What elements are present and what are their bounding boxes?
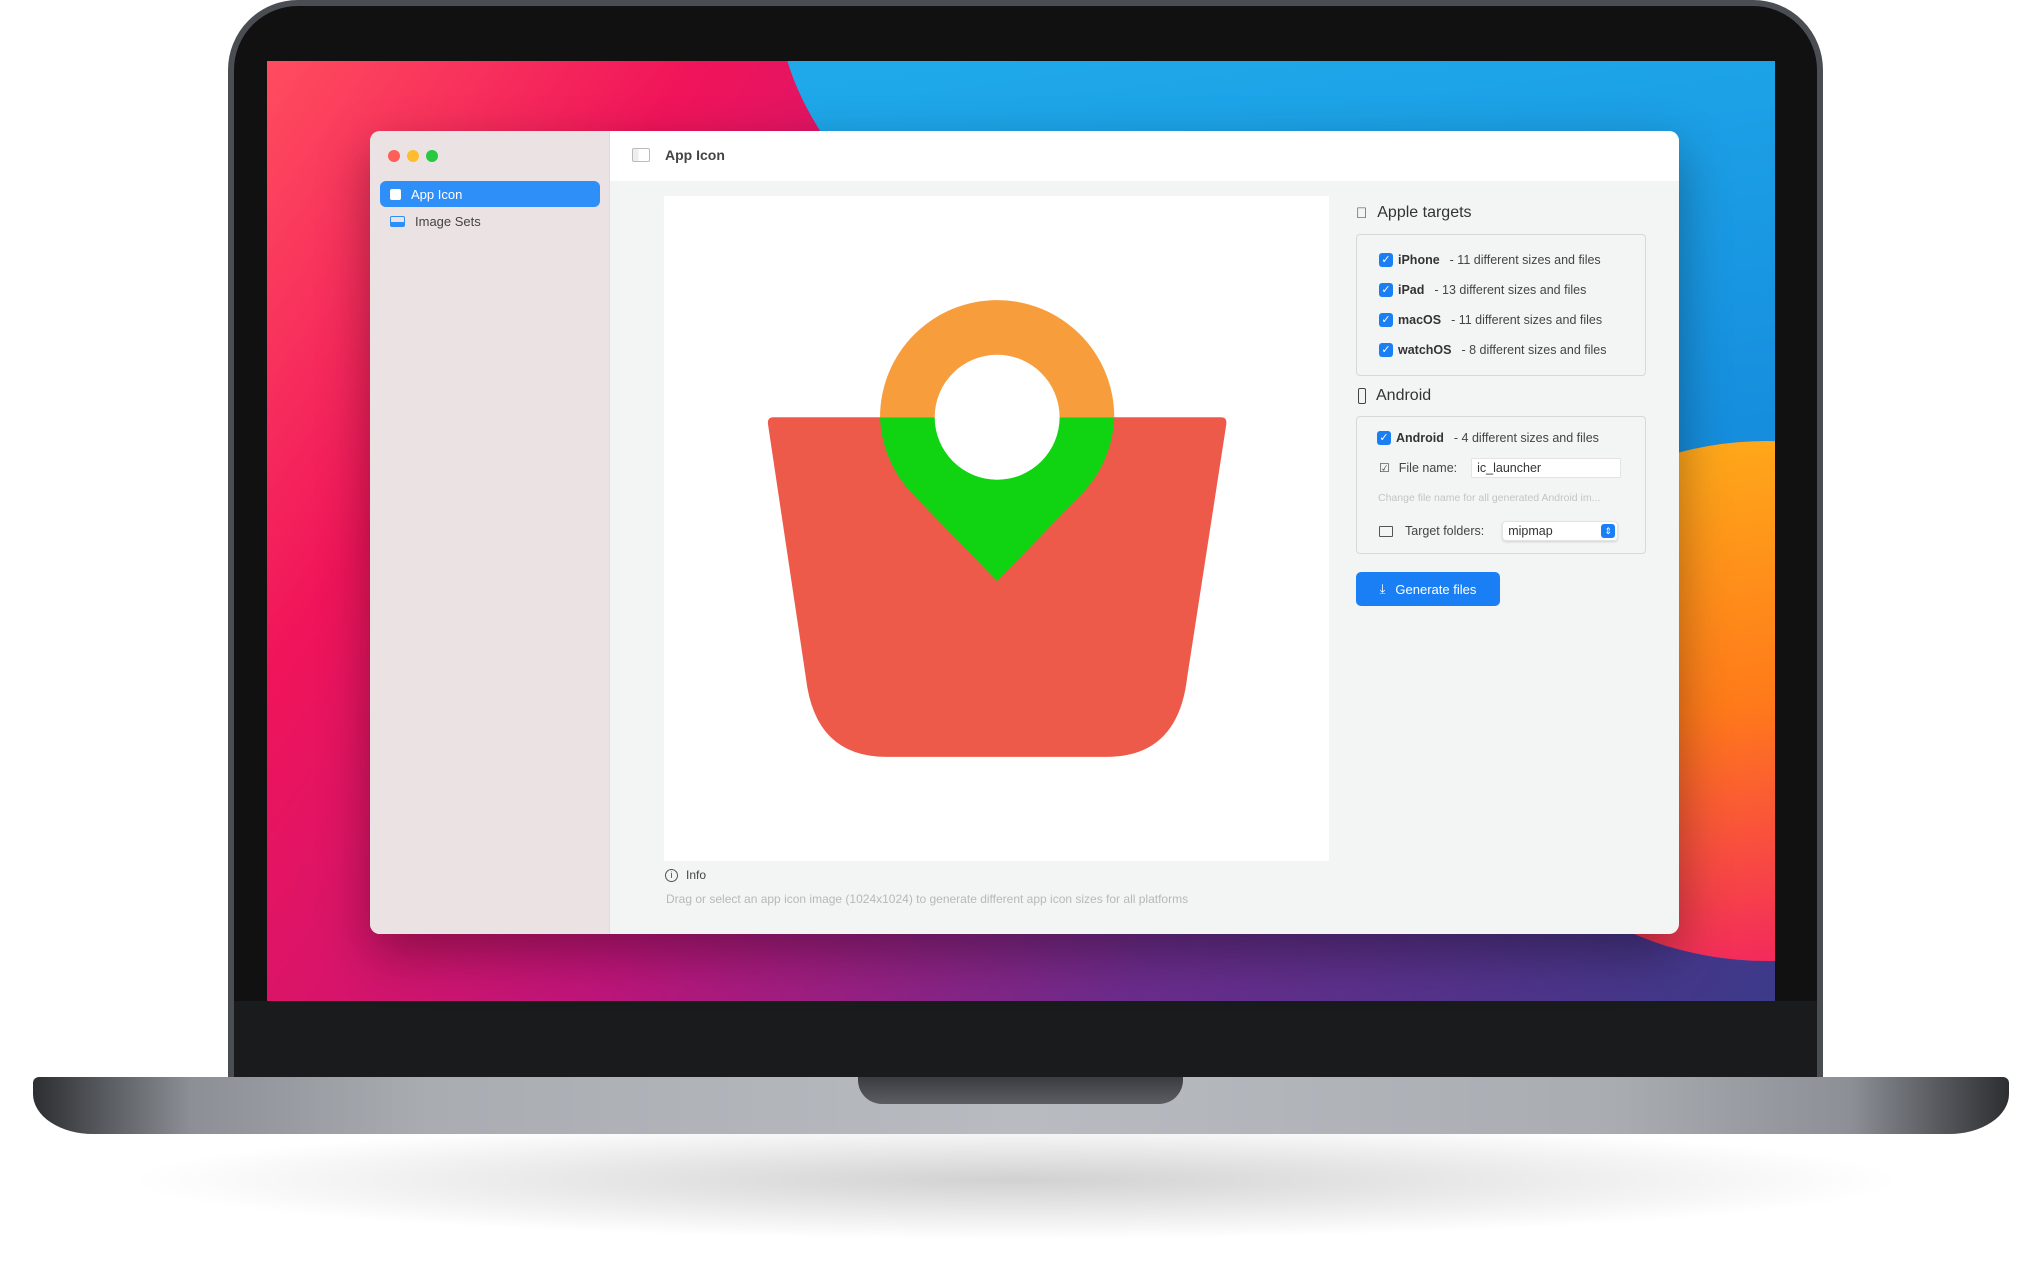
target-name: Android [1396, 431, 1444, 445]
target-watchos[interactable]: ✓ watchOS - 8 different sizes and files [1357, 335, 1645, 365]
sidebar: App Icon Image Sets [370, 131, 610, 934]
target-desc: - 13 different sizes and files [1434, 283, 1587, 297]
checkbox-checked-icon[interactable]: ✓ [1377, 431, 1391, 445]
target-name: macOS [1398, 313, 1442, 327]
apple-targets-heading: Apple targets [1356, 204, 1472, 222]
android-box: ✓ Android - 4 different sizes and files ☑ … [1356, 416, 1646, 554]
app-icon [390, 188, 401, 200]
laptop-chin [234, 1001, 1817, 1077]
target-ipad[interactable]: ✓ iPad - 13 different sizes and files [1357, 275, 1645, 305]
minimize-button[interactable] [407, 150, 419, 162]
chevron-updown-icon: ⇕ [1601, 524, 1616, 538]
info-title: Info [686, 868, 707, 882]
zoom-button[interactable] [426, 150, 438, 162]
target-android[interactable]: ✓ Android - 4 different sizes and files [1357, 423, 1645, 453]
target-name: watchOS [1398, 343, 1452, 357]
icon-drop-area[interactable] [664, 196, 1329, 861]
download-icon: ⤓ [1379, 581, 1386, 596]
title-bar: App Icon [610, 131, 1679, 181]
edit-icon: ☑ [1379, 461, 1390, 475]
checkbox-checked-icon[interactable]: ✓ [1379, 313, 1393, 327]
sidebar-toggle-icon[interactable] [632, 148, 650, 162]
info-heading: i Info [665, 868, 706, 882]
info-text: Drag or select an app icon image (1024x1… [666, 892, 1189, 906]
file-name-label: File name: [1398, 461, 1458, 475]
window-title: App Icon [665, 147, 725, 163]
app-icon-preview [767, 300, 1227, 757]
close-button[interactable] [388, 150, 400, 162]
sidebar-item-label: App Icon [411, 186, 463, 202]
android-heading: Android [1358, 387, 1431, 405]
apple-targets-box: ✓ iPhone - 11 different sizes and files ✓ i… [1356, 234, 1646, 376]
android-title: Android [1376, 387, 1432, 404]
ring-hole [934, 354, 1060, 480]
target-macos[interactable]: ✓ macOS - 11 different sizes and files [1357, 305, 1645, 335]
checkbox-checked-icon[interactable]: ✓ [1379, 283, 1393, 297]
target-desc: - 11 different sizes and files [1449, 253, 1601, 267]
info-icon: i [665, 868, 678, 882]
phone-icon [1358, 388, 1366, 404]
target-name: iPhone [1398, 253, 1440, 267]
file-name-input[interactable]: ic_launcher [1471, 458, 1622, 478]
generate-files-button[interactable]: ⤓ Generate files [1356, 572, 1500, 606]
sidebar-item-app-icon[interactable]: App Icon [380, 181, 600, 207]
target-name: iPad [1398, 283, 1425, 297]
checkbox-checked-icon[interactable]: ✓ [1379, 343, 1393, 357]
generate-label: Generate files [1395, 581, 1477, 597]
sidebar-item-image-sets[interactable]: Image Sets [380, 208, 600, 234]
target-desc: - 4 different sizes and files [1453, 431, 1599, 445]
app-window: App Icon Image Sets App Icon i Info Drag… [370, 131, 1679, 934]
image-sets-icon [390, 215, 405, 227]
laptop-notch [858, 1077, 1183, 1104]
target-iphone[interactable]: ✓ iPhone - 11 different sizes and files [1357, 245, 1645, 275]
target-folders-select[interactable]: mipmap ⇕ [1502, 521, 1619, 541]
laptop-shadow [120, 1120, 1910, 1240]
apple-title: Apple targets [1366, 204, 1471, 221]
target-desc: - 11 different sizes and files [1451, 313, 1603, 327]
file-name-hint: Change file name for all generated Andro… [1378, 492, 1601, 504]
folder-icon [1379, 525, 1393, 537]
target-folders-label: Target folders: [1405, 524, 1485, 538]
sidebar-item-label: Image Sets [415, 213, 481, 229]
target-desc: - 8 different sizes and files [1461, 343, 1607, 357]
apple-icon:  [1356, 205, 1367, 222]
checkbox-checked-icon[interactable]: ✓ [1379, 253, 1393, 267]
select-value: mipmap [1508, 524, 1553, 538]
